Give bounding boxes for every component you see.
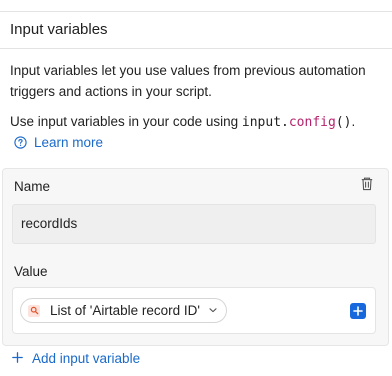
variable-value-field[interactable]: List of 'Airtable record ID': [12, 287, 376, 334]
add-input-variable-label: Add input variable: [32, 351, 141, 366]
learn-more-link[interactable]: Learn more: [14, 135, 103, 150]
chevron-down-icon: [208, 303, 218, 318]
variable-name-input[interactable]: recordIds: [12, 204, 376, 244]
section-description: Input variables let you use values from …: [10, 63, 366, 99]
top-divider: [0, 11, 392, 12]
usage-hint: Use input variables in your code using i…: [10, 113, 390, 132]
learn-more-label: Learn more: [34, 135, 104, 150]
usage-hint-text: Use input variables in your code using: [10, 114, 242, 129]
add-input-variable-button[interactable]: Add input variable: [12, 351, 140, 366]
value-token-label: List of 'Airtable record ID': [50, 303, 200, 318]
value-token-pill[interactable]: List of 'Airtable record ID': [20, 298, 227, 323]
usage-code-method: config: [288, 115, 336, 130]
usage-code-object: input.: [241, 115, 289, 130]
value-label: Value: [14, 264, 48, 279]
question-circle-icon: [14, 136, 27, 149]
title-divider: [0, 48, 392, 49]
usage-code-suffix: (): [335, 115, 352, 130]
plus-square-icon[interactable]: [350, 303, 366, 319]
name-label: Name: [14, 179, 51, 194]
input-variable-card: Name recordIds Value List of 'Airtable r…: [2, 168, 389, 346]
input-variables-panel: Input variables Input variables let you …: [0, 0, 392, 376]
trash-icon[interactable]: [359, 176, 375, 192]
plus-icon: [12, 351, 23, 366]
search-record-icon: [28, 304, 40, 317]
usage-hint-end: .: [351, 114, 356, 129]
section-title: Input variables: [10, 21, 108, 38]
